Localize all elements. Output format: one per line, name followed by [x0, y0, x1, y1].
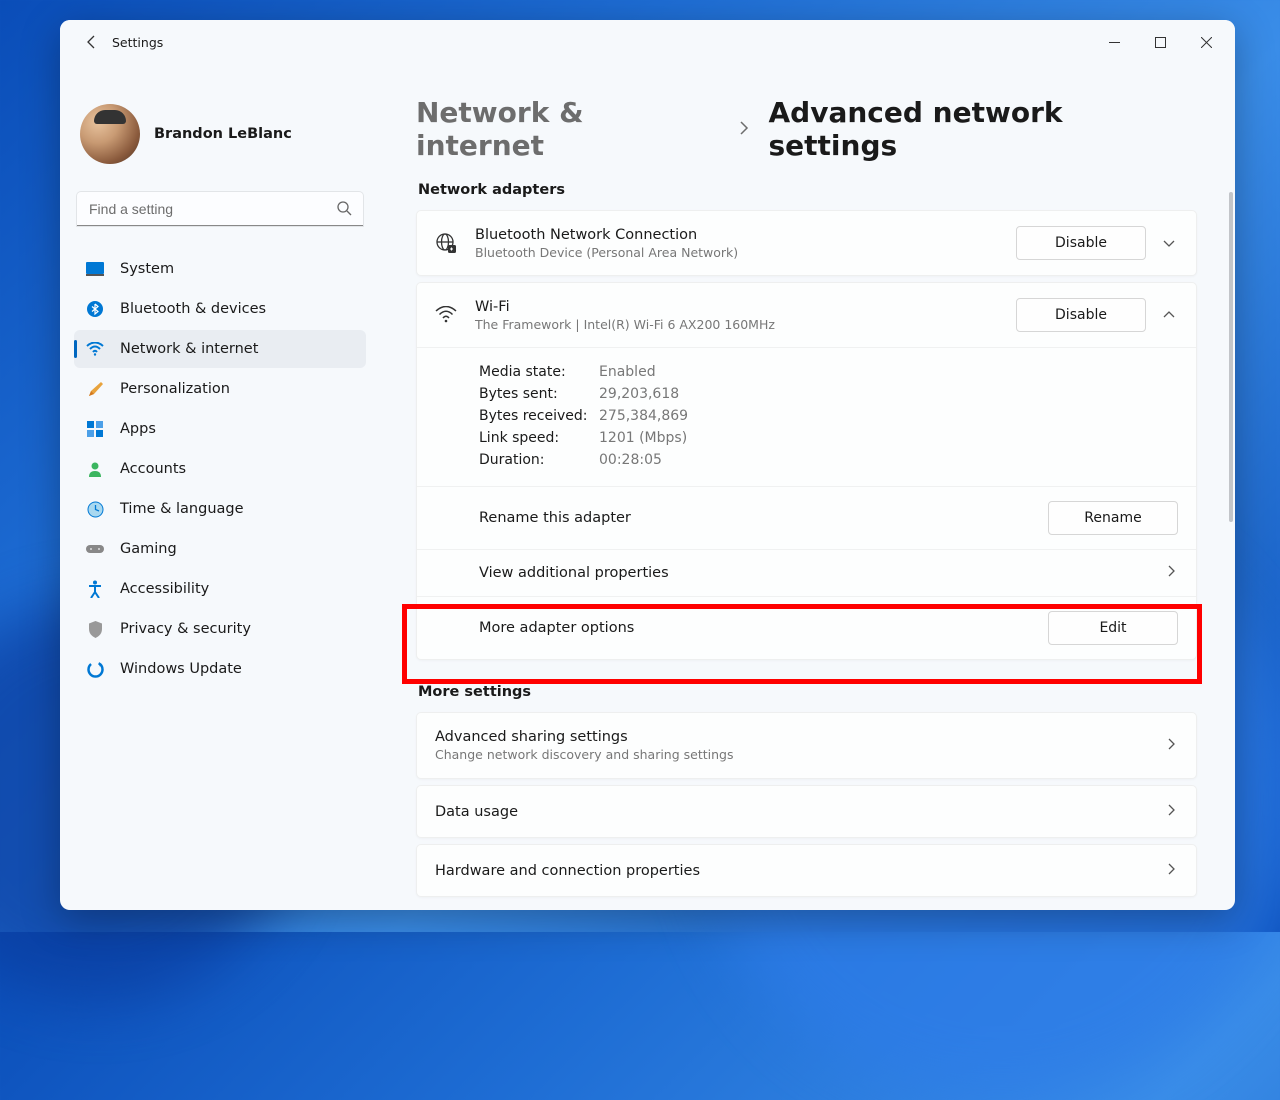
titlebar: Settings	[60, 20, 1235, 64]
breadcrumb-parent[interactable]: Network & internet	[416, 96, 719, 162]
adapter-title: Bluetooth Network Connection	[475, 227, 738, 243]
chevron-right-icon	[1164, 736, 1178, 755]
stat-value: 29,203,618	[599, 386, 1178, 402]
globe-icon	[435, 232, 457, 254]
back-button[interactable]	[78, 28, 106, 56]
stat-label: Bytes received:	[479, 408, 599, 424]
stat-label: Link speed:	[479, 430, 599, 446]
page-title: Advanced network settings	[769, 96, 1198, 162]
content-area: Network & internet Advanced network sett…	[380, 64, 1235, 910]
update-icon	[86, 660, 104, 678]
profile-section[interactable]: Brandon LeBlanc	[74, 74, 366, 188]
disable-button[interactable]: Disable	[1016, 298, 1146, 332]
nav-label: Windows Update	[120, 661, 242, 677]
chevron-right-icon	[737, 120, 751, 139]
search-wrap	[77, 192, 363, 226]
nav-label: Personalization	[120, 381, 230, 397]
profile-name: Brandon LeBlanc	[154, 126, 292, 142]
maximize-button[interactable]	[1137, 20, 1183, 64]
section-header-more: More settings	[418, 684, 1197, 700]
nav-label: Network & internet	[120, 341, 258, 357]
adapter-subtitle: The Framework | Intel(R) Wi-Fi 6 AX200 1…	[475, 317, 775, 332]
search-input[interactable]	[77, 192, 363, 226]
apps-icon	[86, 420, 104, 438]
row-title: Hardware and connection properties	[435, 863, 700, 879]
stat-value: 1201 (Mbps)	[599, 430, 1178, 446]
hardware-properties-row[interactable]: Hardware and connection properties	[416, 844, 1197, 897]
chevron-right-icon	[1164, 802, 1178, 821]
rename-adapter-row: Rename this adapter Rename	[417, 486, 1196, 549]
bluetooth-icon	[86, 300, 104, 318]
edit-button[interactable]: Edit	[1048, 611, 1178, 645]
brush-icon	[86, 380, 104, 398]
adapter-title: Wi-Fi	[475, 299, 775, 315]
section-header-adapters: Network adapters	[418, 182, 1197, 198]
stat-label: Bytes sent:	[479, 386, 599, 402]
sidebar: Brandon LeBlanc System Bluetooth & devic…	[60, 64, 380, 910]
nav-accounts[interactable]: Accounts	[74, 450, 366, 488]
row-label: Rename this adapter	[479, 510, 631, 526]
nav-apps[interactable]: Apps	[74, 410, 366, 448]
nav-network[interactable]: Network & internet	[74, 330, 366, 368]
row-label: View additional properties	[479, 565, 669, 581]
chevron-right-icon	[1164, 861, 1178, 880]
chevron-up-icon[interactable]	[1160, 306, 1178, 324]
nav-label: Time & language	[120, 501, 244, 517]
breadcrumb: Network & internet Advanced network sett…	[416, 96, 1197, 162]
chevron-right-icon	[1164, 564, 1178, 582]
gamepad-icon	[86, 540, 104, 558]
window-title: Settings	[112, 35, 163, 50]
nav-system[interactable]: System	[74, 250, 366, 288]
avatar	[80, 104, 140, 164]
person-icon	[86, 460, 104, 478]
adapter-wifi-header[interactable]: Wi-Fi The Framework | Intel(R) Wi-Fi 6 A…	[417, 283, 1196, 347]
nav-label: System	[120, 261, 174, 277]
nav-list: System Bluetooth & devices Network & int…	[74, 250, 366, 688]
nav-bluetooth[interactable]: Bluetooth & devices	[74, 290, 366, 328]
nav-label: Accounts	[120, 461, 186, 477]
accessibility-icon	[86, 580, 104, 598]
adapter-wifi: Wi-Fi The Framework | Intel(R) Wi-Fi 6 A…	[416, 282, 1197, 660]
more-adapter-options-row: More adapter options Edit	[417, 596, 1196, 659]
row-label: More adapter options	[479, 620, 634, 636]
wifi-icon	[86, 340, 104, 358]
view-properties-row[interactable]: View additional properties	[417, 549, 1196, 596]
close-button[interactable]	[1183, 20, 1229, 64]
stat-value: 00:28:05	[599, 452, 1178, 468]
nav-update[interactable]: Windows Update	[74, 650, 366, 688]
nav-label: Apps	[120, 421, 156, 437]
data-usage-row[interactable]: Data usage	[416, 785, 1197, 838]
row-subtitle: Change network discovery and sharing set…	[435, 747, 733, 762]
row-title: Advanced sharing settings	[435, 729, 733, 745]
adapter-subtitle: Bluetooth Device (Personal Area Network)	[475, 245, 738, 260]
stat-value: Enabled	[599, 364, 1178, 380]
nav-label: Privacy & security	[120, 621, 251, 637]
search-icon	[337, 201, 353, 217]
chevron-down-icon[interactable]	[1160, 234, 1178, 252]
disable-button[interactable]: Disable	[1016, 226, 1146, 260]
nav-personalization[interactable]: Personalization	[74, 370, 366, 408]
shield-icon	[86, 620, 104, 638]
minimize-button[interactable]	[1091, 20, 1137, 64]
nav-privacy[interactable]: Privacy & security	[74, 610, 366, 648]
advanced-sharing-row[interactable]: Advanced sharing settings Change network…	[416, 712, 1197, 779]
nav-label: Accessibility	[120, 581, 209, 597]
nav-label: Bluetooth & devices	[120, 301, 266, 317]
clock-icon	[86, 500, 104, 518]
rename-button[interactable]: Rename	[1048, 501, 1178, 535]
wifi-stats: Media state: Enabled Bytes sent: 29,203,…	[417, 348, 1196, 486]
display-icon	[86, 260, 104, 278]
stat-label: Duration:	[479, 452, 599, 468]
wifi-icon	[435, 304, 457, 326]
adapter-bluetooth[interactable]: Bluetooth Network Connection Bluetooth D…	[416, 210, 1197, 276]
stat-value: 275,384,869	[599, 408, 1178, 424]
settings-window: Settings Brandon LeBlanc	[60, 20, 1235, 910]
row-title: Data usage	[435, 804, 518, 820]
stat-label: Media state:	[479, 364, 599, 380]
nav-label: Gaming	[120, 541, 177, 557]
nav-time-language[interactable]: Time & language	[74, 490, 366, 528]
scrollbar[interactable]	[1229, 192, 1233, 522]
nav-accessibility[interactable]: Accessibility	[74, 570, 366, 608]
nav-gaming[interactable]: Gaming	[74, 530, 366, 568]
